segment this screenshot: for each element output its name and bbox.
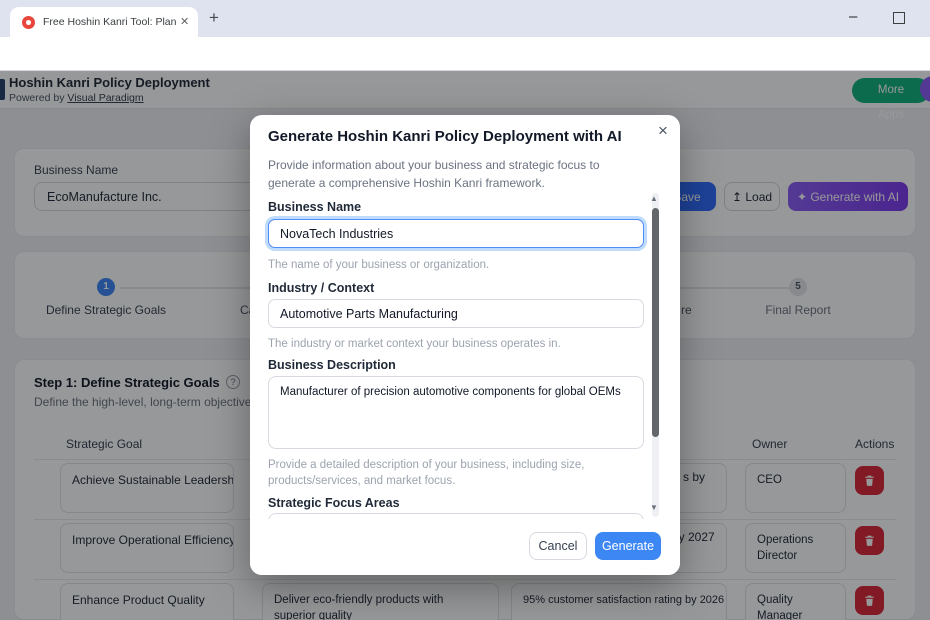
scroll-down-icon[interactable]: ▼ — [650, 503, 658, 512]
generate-ai-dialog: Generate Hoshin Kanri Policy Deployment … — [250, 115, 680, 575]
tab-close-icon[interactable]: ✕ — [180, 15, 189, 28]
dialog-description: Provide information about your business … — [268, 156, 644, 192]
business-name-help: The name of your business or organizatio… — [268, 257, 489, 273]
generate-button[interactable]: Generate — [595, 532, 661, 560]
industry-help: The industry or market context your busi… — [268, 336, 561, 352]
business-name-label: Business Name — [268, 200, 361, 214]
window-minimize-button[interactable]: – — [849, 8, 857, 25]
browser-toolbar: → ↻ ai-toolbox.visual-paradigm.com/app/h… — [0, 37, 930, 71]
business-description-textarea[interactable]: Manufacturer of precision automotive com… — [268, 376, 644, 449]
dialog-title: Generate Hoshin Kanri Policy Deployment … — [268, 128, 622, 145]
site-favicon-icon — [22, 16, 35, 29]
cancel-button[interactable]: Cancel — [529, 532, 587, 560]
new-tab-button[interactable]: + — [209, 8, 219, 28]
business-description-label: Business Description — [268, 358, 396, 372]
strategic-focus-label: Strategic Focus Areas — [268, 496, 400, 510]
scrollbar-thumb[interactable] — [652, 208, 659, 437]
browser-tab-strip: Free Hoshin Kanri Tool: Plan & E ✕ + – — [0, 0, 930, 37]
browser-tab[interactable]: Free Hoshin Kanri Tool: Plan & E ✕ — [10, 7, 198, 37]
industry-label: Industry / Context — [268, 281, 374, 295]
dialog-close-icon[interactable]: × — [652, 121, 674, 140]
window-maximize-button[interactable] — [893, 12, 905, 24]
scroll-up-icon[interactable]: ▲ — [650, 194, 658, 203]
tab-title: Free Hoshin Kanri Tool: Plan & E — [43, 16, 179, 28]
business-name-input[interactable] — [268, 219, 644, 248]
industry-input[interactable] — [268, 299, 644, 328]
business-description-help: Provide a detailed description of your b… — [268, 457, 618, 489]
